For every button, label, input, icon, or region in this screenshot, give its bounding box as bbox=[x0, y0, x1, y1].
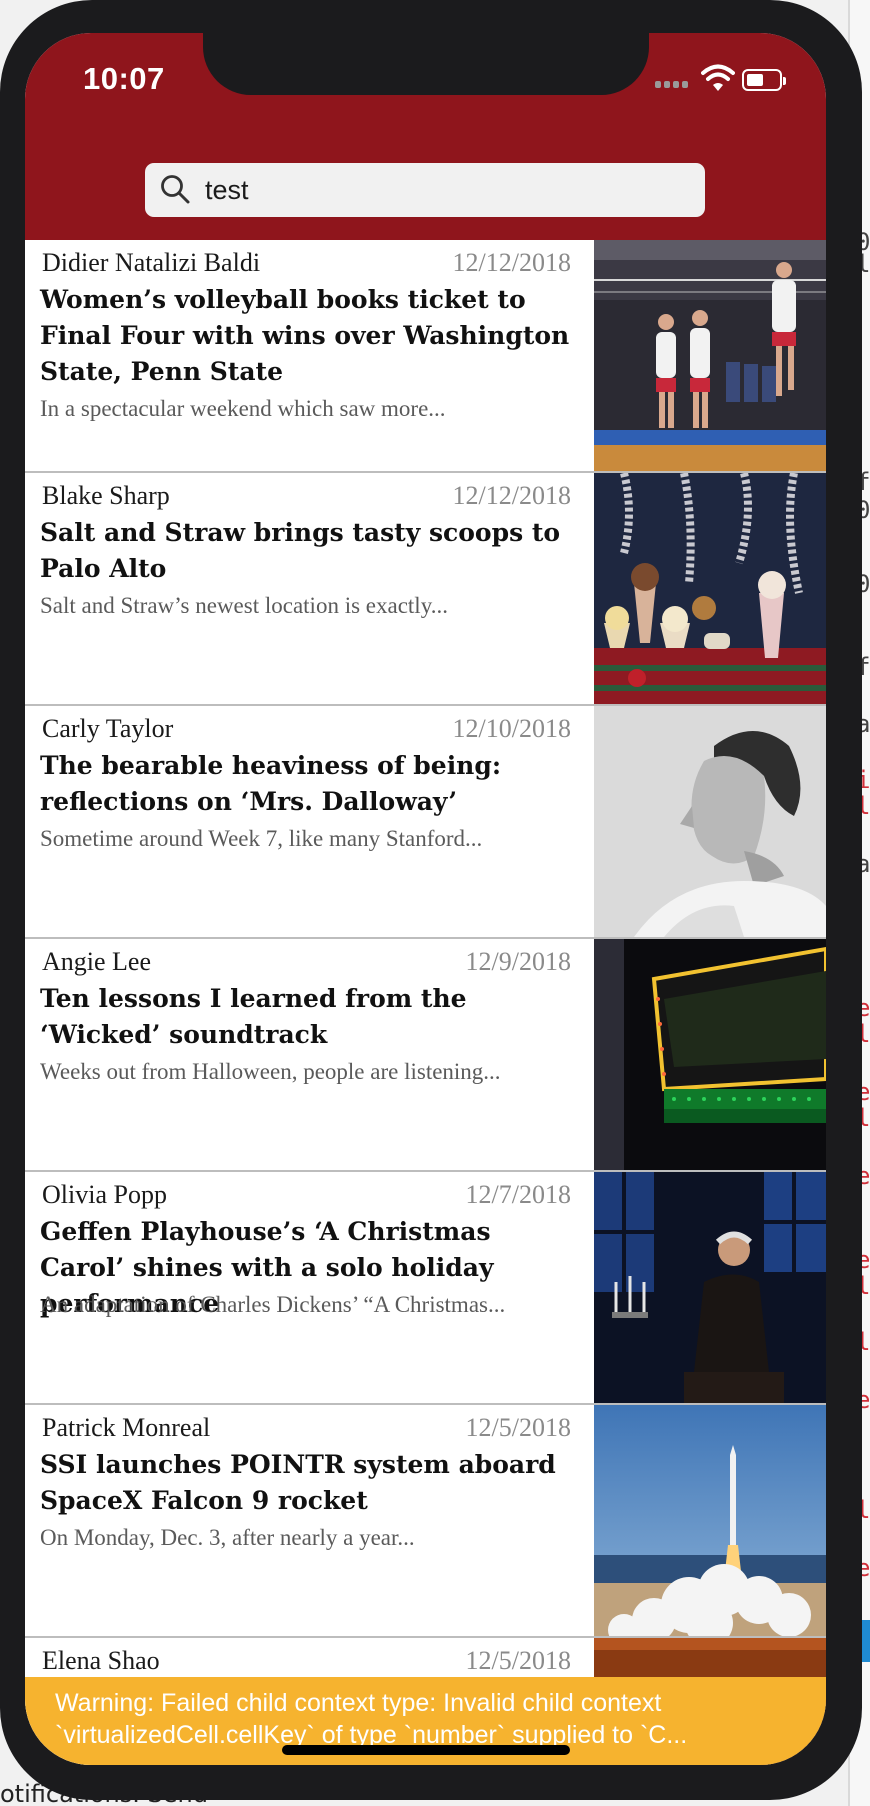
status-time: 10:07 bbox=[83, 61, 165, 96]
article-headline: SSI launches POINTR system aboard SpaceX… bbox=[40, 1450, 556, 1515]
cellular-signal-icon bbox=[655, 81, 695, 89]
article-author: Carly Taylor bbox=[42, 714, 174, 743]
article-date: 12/7/2018 bbox=[465, 1180, 571, 1209]
article-headline: Ten lessons I learned from the ‘Wicked’ … bbox=[40, 984, 467, 1049]
search-bar[interactable]: test bbox=[145, 163, 705, 217]
article-snippet: In a spectacular weekend which saw more.… bbox=[40, 396, 446, 421]
article-row[interactable]: Blake Sharp 12/12/2018 Salt and Straw br… bbox=[25, 473, 826, 706]
search-icon bbox=[159, 173, 191, 205]
app-header: 10:07 test bbox=[25, 33, 826, 240]
article-snippet: Salt and Straw’s newest location is exac… bbox=[40, 593, 448, 618]
article-row[interactable]: Carly Taylor 12/10/2018 The bearable hea… bbox=[25, 706, 826, 939]
rocket-launch-thumbnail bbox=[594, 1405, 826, 1636]
battery-icon bbox=[742, 69, 786, 91]
article-row[interactable]: Patrick Monreal 12/5/2018 SSI launches P… bbox=[25, 1405, 826, 1638]
article-snippet: Weeks out from Halloween, people are lis… bbox=[40, 1059, 501, 1084]
article-author: Blake Sharp bbox=[42, 481, 170, 510]
phone-frame: 10:07 test Didier Natalizi Baldi 12/12/2… bbox=[0, 0, 862, 1800]
article-date: 12/9/2018 bbox=[465, 947, 571, 976]
article-author: Angie Lee bbox=[42, 947, 152, 976]
article-date: 12/10/2018 bbox=[452, 714, 571, 743]
article-author: Olivia Popp bbox=[42, 1180, 167, 1209]
volleyball-thumbnail bbox=[594, 240, 826, 471]
wifi-icon bbox=[701, 63, 735, 93]
article-date: 12/12/2018 bbox=[452, 481, 571, 510]
ice-cream-thumbnail bbox=[594, 473, 826, 704]
article-snippet: Sometime around Week 7, like many Stanfo… bbox=[40, 826, 483, 851]
article-date: 12/5/2018 bbox=[465, 1413, 571, 1442]
article-snippet: An adaptation of Charles Dickens’ “A Chr… bbox=[40, 1292, 506, 1317]
article-row[interactable]: Olivia Popp 12/7/2018 Geffen Playhouse’s… bbox=[25, 1172, 826, 1405]
article-author: Elena Shao bbox=[42, 1646, 160, 1675]
article-date: 12/5/2018 bbox=[465, 1646, 571, 1675]
home-indicator[interactable] bbox=[282, 1745, 570, 1755]
portrait-thumbnail bbox=[594, 706, 826, 937]
article-author: Didier Natalizi Baldi bbox=[42, 248, 261, 277]
device-notch bbox=[203, 33, 649, 95]
article-headline: Salt and Straw brings tasty scoops to Pa… bbox=[40, 518, 561, 583]
theater-marquee-thumbnail bbox=[594, 939, 826, 1170]
warning-message-line-1: Warning: Failed child context type: Inva… bbox=[55, 1689, 662, 1717]
article-row[interactable]: Didier Natalizi Baldi 12/12/2018 Women’s… bbox=[25, 240, 826, 473]
article-row[interactable]: Angie Lee 12/9/2018 Ten lessons I learne… bbox=[25, 939, 826, 1172]
search-input[interactable]: test bbox=[205, 163, 249, 217]
article-snippet: On Monday, Dec. 3, after nearly a year..… bbox=[40, 1525, 415, 1550]
article-author: Patrick Monreal bbox=[42, 1413, 211, 1442]
app-screen: 10:07 test Didier Natalizi Baldi 12/12/2… bbox=[25, 33, 826, 1765]
article-date: 12/12/2018 bbox=[452, 248, 571, 277]
stage-performance-thumbnail bbox=[594, 1172, 826, 1403]
article-headline: Women’s volleyball books ticket to Final… bbox=[40, 285, 570, 386]
article-headline: The bearable heaviness of being: reflect… bbox=[40, 751, 502, 816]
